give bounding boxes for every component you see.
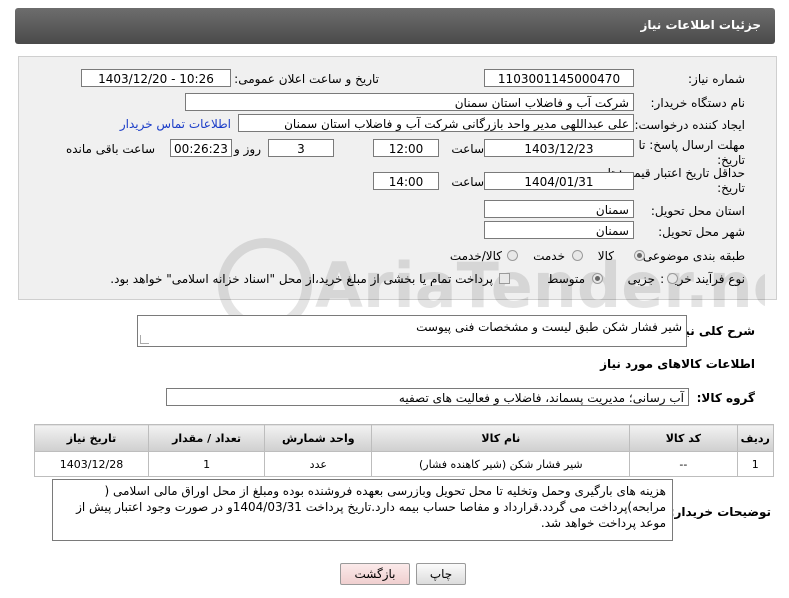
days-label: روز و: [234, 142, 261, 156]
city-field: سمنان: [484, 221, 634, 239]
deadline-label: مهلت ارسال پاسخ: تا تاریخ:: [638, 138, 745, 167]
days-field: 3: [268, 139, 334, 157]
page-header: جزئیات اطلاعات نیاز: [15, 8, 775, 44]
buyer-org-field: شرکت آب و فاضلاب استان سمنان: [185, 93, 634, 111]
table-header-row: ردیف کد کالا نام کالا واحد شمارش تعداد /…: [34, 424, 774, 452]
cell-name: شیر فشار شکن (شیر کاهنده فشار): [371, 451, 631, 477]
goods-table: ردیف کد کالا نام کالا واحد شمارش تعداد /…: [34, 424, 774, 477]
process-minor-label: جزیی: [627, 272, 655, 286]
remaining-label: ساعت باقی مانده: [65, 142, 155, 156]
buyer-notes-label: توضیحات خریدار:: [669, 505, 771, 519]
buyer-contact-link[interactable]: اطلاعات تماس خریدار: [120, 117, 231, 131]
buyer-org-label: نام دستگاه خریدار:: [650, 96, 746, 110]
payment-note: پرداخت تمام یا بخشی از مبلغ خرید،از محل …: [110, 272, 493, 286]
announce-label: تاریخ و ساعت اعلان عمومی:: [234, 72, 379, 86]
category-goods-label: کالا: [597, 249, 614, 263]
col-header-date: تاریخ نیاز: [34, 424, 149, 452]
deadline-date-field: 1403/12/23: [484, 139, 634, 157]
buyer-notes-textarea[interactable]: هزینه های بارگیری وحمل وتخلیه تا محل تحو…: [52, 479, 673, 541]
goods-group-field: آب رسانی؛ مدیریت پسماند، فاضلاب و فعالیت…: [166, 388, 689, 406]
col-header-row: ردیف: [736, 424, 774, 452]
min-valid-date-field: 1404/01/31: [484, 172, 634, 190]
category-service-label: خدمت: [533, 249, 565, 263]
need-number-field: 1103001145000470: [484, 69, 634, 87]
min-valid-time-label: ساعت: [451, 175, 484, 189]
cell-unit: عدد: [264, 451, 373, 477]
col-header-unit: واحد شمارش: [264, 424, 373, 452]
process-medium-radio[interactable]: [592, 273, 603, 284]
page-title: جزئیات اطلاعات نیاز: [640, 18, 761, 32]
cell-date: 1403/12/28: [34, 451, 149, 477]
deadline-time-field: 12:00: [373, 139, 439, 157]
print-button[interactable]: چاپ: [416, 563, 466, 585]
category-both-radio[interactable]: [507, 250, 518, 261]
creator-field: علی عبداللهی مدیر واحد بازرگانی شرکت آب …: [238, 114, 634, 132]
resize-handle-icon[interactable]: [140, 335, 149, 344]
treasury-checkbox[interactable]: [499, 273, 510, 284]
description-text: شیر فشار شکن طبق لیست و مشخصات فنی پیوست: [416, 320, 682, 334]
table-row[interactable]: 1 -- شیر فشار شکن (شیر کاهنده فشار) عدد …: [34, 451, 774, 477]
cell-row: 1: [736, 451, 774, 477]
creator-label: ایجاد کننده درخواست:: [634, 118, 745, 132]
goods-group-label: گروه کالا:: [696, 391, 755, 405]
min-valid-time-field: 14:00: [373, 172, 439, 190]
province-field: سمنان: [484, 200, 634, 218]
col-header-qty: تعداد / مقدار: [147, 424, 266, 452]
category-goods-radio[interactable]: [634, 250, 645, 261]
announce-field: 1403/12/20 - 10:26: [81, 69, 231, 87]
process-minor-radio[interactable]: [667, 273, 678, 284]
goods-section-title: اطلاعات کالاهای مورد نیاز: [600, 357, 755, 371]
col-header-name: نام کالا: [371, 424, 631, 452]
process-medium-label: متوسط: [547, 272, 585, 286]
back-button[interactable]: بازگشت: [340, 563, 410, 585]
col-header-code: کد کالا: [629, 424, 738, 452]
need-number-label: شماره نیاز:: [688, 72, 745, 86]
category-label: طبقه بندی موضوعی:: [638, 249, 745, 263]
province-label: استان محل تحویل:: [650, 204, 745, 218]
cell-qty: 1: [147, 451, 266, 477]
city-label: شهر محل تحویل:: [658, 225, 745, 239]
cell-code: --: [629, 451, 738, 477]
category-service-radio[interactable]: [572, 250, 583, 261]
deadline-time-label: ساعت: [451, 142, 484, 156]
remaining-time-field: 00:26:23: [170, 139, 232, 157]
description-textarea[interactable]: شیر فشار شکن طبق لیست و مشخصات فنی پیوست: [137, 315, 687, 347]
category-both-label: کالا/خدمت: [449, 249, 502, 263]
